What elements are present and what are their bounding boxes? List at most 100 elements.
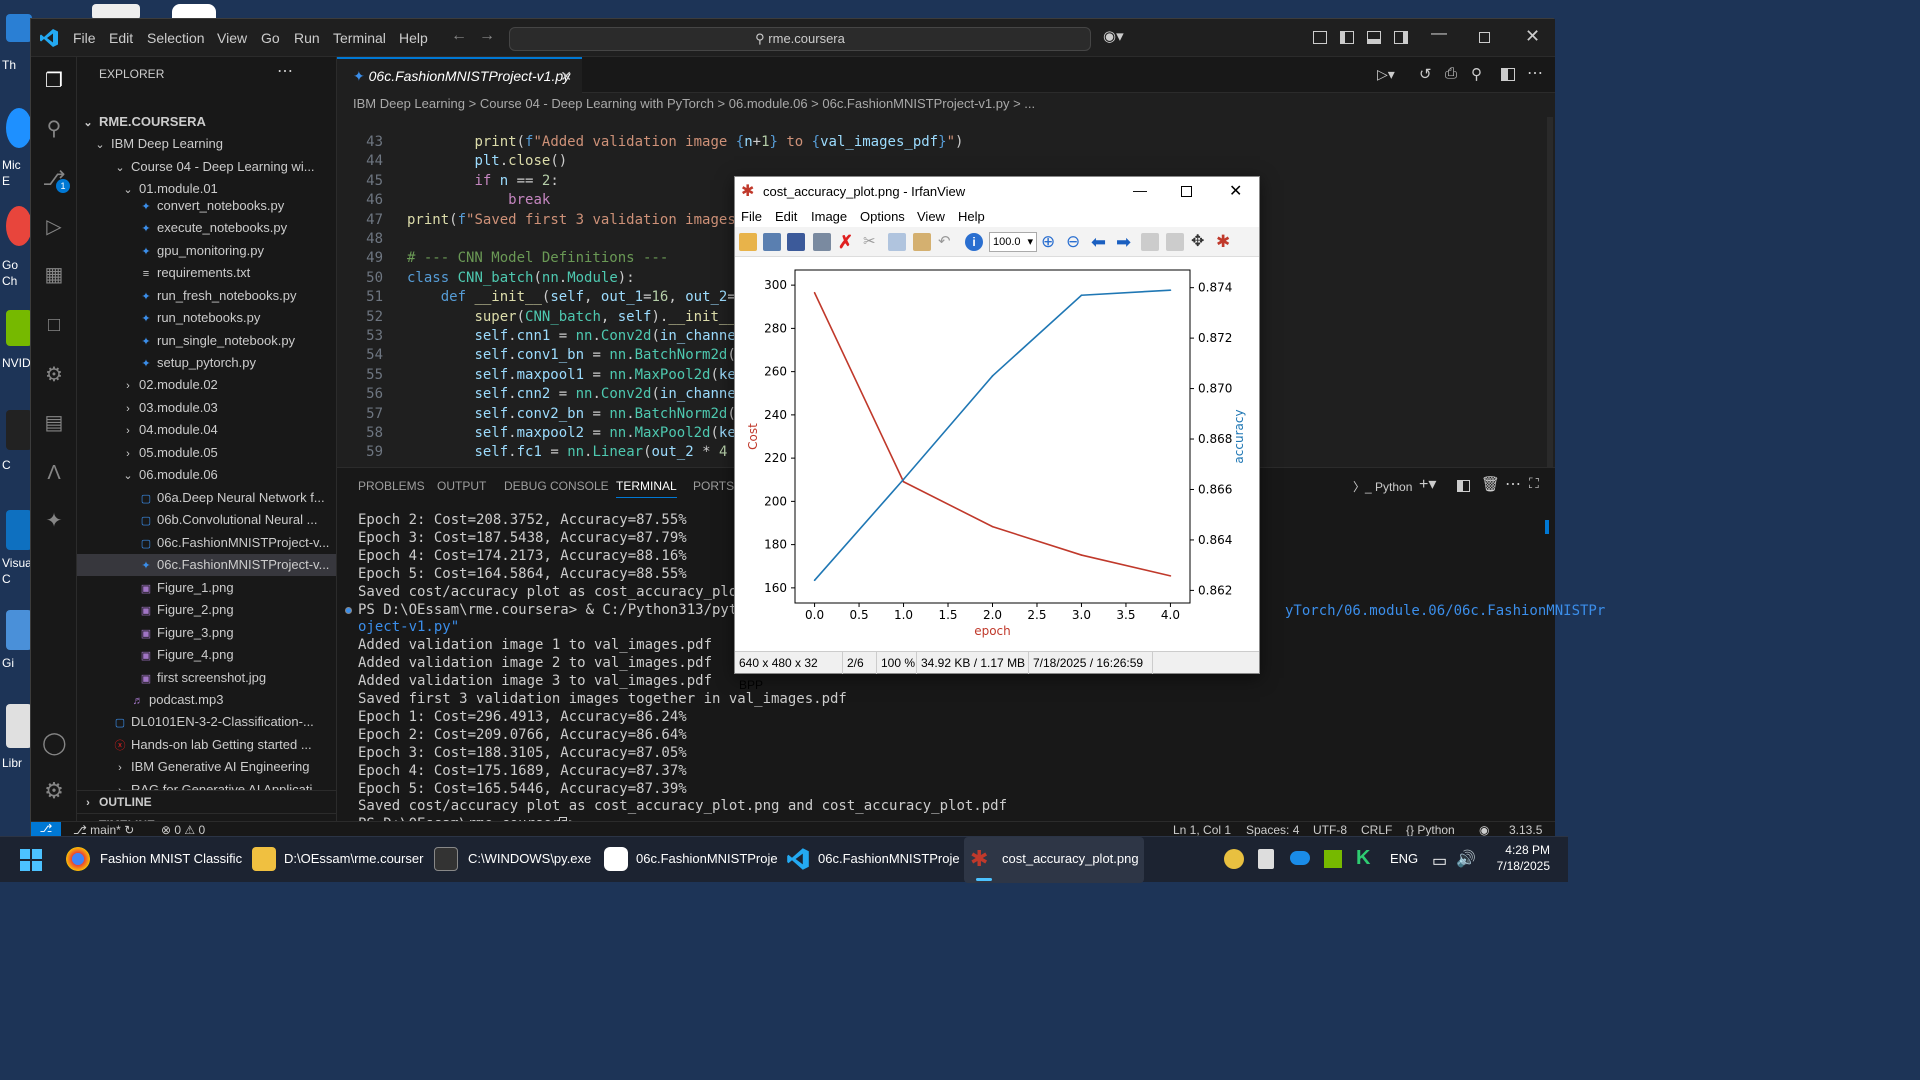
indentation[interactable]: Spaces: 4	[1246, 823, 1299, 837]
nvidia-icon[interactable]	[1324, 850, 1342, 868]
volume-icon[interactable]: 🔊	[1456, 849, 1476, 869]
close-icon[interactable]: ✕	[1525, 26, 1540, 47]
first-page-icon[interactable]	[1141, 233, 1159, 251]
terminal-shell-selector[interactable]: 〉_ Python	[1353, 478, 1412, 495]
tree-file[interactable]: ▣ first screenshot.jpg	[77, 667, 336, 689]
remote-explorer-icon[interactable]: □	[42, 313, 66, 337]
menu-help[interactable]: Help	[399, 30, 428, 46]
next-icon[interactable]: ➡	[1116, 233, 1134, 251]
desktop-app-icon[interactable]	[6, 14, 32, 42]
tree-file[interactable]: ✦ run_single_notebook.py	[77, 330, 336, 352]
encoding[interactable]: UTF-8	[1313, 823, 1347, 837]
python-version[interactable]: 3.13.5	[1509, 823, 1542, 837]
menu-edit[interactable]: Edit	[109, 30, 133, 46]
copy-icon[interactable]	[888, 233, 906, 251]
toggle-sidebar-icon[interactable]	[1340, 31, 1354, 44]
maximize-icon[interactable]	[1479, 32, 1490, 43]
copilot-icon[interactable]: ◉▾	[1103, 27, 1124, 45]
command-decoration-icon[interactable]	[345, 606, 352, 614]
toggle-panel-icon[interactable]	[1367, 31, 1381, 44]
tree-file[interactable]: ✦ execute_notebooks.py	[77, 217, 336, 239]
account-icon[interactable]: ◯	[42, 731, 67, 755]
trash-icon[interactable]: 🗑	[1481, 475, 1500, 493]
source-control-icon[interactable]: ⎇ 1	[42, 167, 70, 193]
panel-tab-terminal[interactable]: TERMINAL	[616, 479, 677, 498]
usb-icon[interactable]	[1258, 849, 1274, 869]
new-terminal-icon[interactable]: +▾	[1419, 474, 1436, 494]
desktop-app-icon[interactable]	[6, 206, 32, 246]
desktop-app-icon[interactable]	[6, 704, 32, 748]
irf-menu-image[interactable]: Image	[811, 209, 847, 224]
menu-selection[interactable]: Selection	[147, 30, 205, 46]
panel-tab-output[interactable]: OUTPUT	[437, 479, 486, 493]
taskbar-explorer[interactable]: D:\OEssam\rme.courser	[248, 837, 423, 883]
irf-menu-edit[interactable]: Edit	[775, 209, 797, 224]
git-branch[interactable]: ⎇ main* ↻	[73, 823, 134, 837]
paste-icon[interactable]	[913, 233, 931, 251]
split-terminal-icon[interactable]	[1457, 480, 1470, 492]
cursor-position[interactable]: Ln 1, Col 1	[1173, 823, 1231, 837]
copilot-status-icon[interactable]: ◉	[1479, 823, 1489, 837]
more-actions-icon[interactable]: ⋯	[1505, 474, 1521, 494]
tree-file[interactable]: ✦ run_fresh_notebooks.py	[77, 285, 336, 307]
tray-app-icon[interactable]	[1224, 849, 1244, 869]
preview-icon[interactable]: ⚲	[1471, 65, 1482, 83]
tree-folder[interactable]: ⌄ IBM Deep Learning	[77, 133, 336, 155]
irf-menu-help[interactable]: Help	[958, 209, 985, 224]
save-icon[interactable]	[787, 233, 805, 251]
language-indicator[interactable]: ENG	[1390, 851, 1418, 866]
open-icon[interactable]	[739, 233, 757, 251]
irf-menu-file[interactable]: File	[741, 209, 762, 224]
tree-file[interactable]: ✦ convert_notebooks.py	[77, 195, 336, 217]
tree-file[interactable]: ▢ DL0101EN-3-2-Classification-...	[77, 711, 336, 733]
zoom-select[interactable]: 100.0 ▾	[989, 232, 1037, 252]
maximize-icon[interactable]	[1181, 186, 1192, 197]
menu-run[interactable]: Run	[294, 30, 320, 46]
network-icon[interactable]: ▭	[1432, 851, 1447, 871]
clock-date[interactable]: 7/18/2025	[1482, 859, 1550, 873]
toggle-secondary-sidebar-icon[interactable]	[1394, 31, 1408, 44]
extensions-icon[interactable]: ▦	[42, 263, 66, 287]
tree-file[interactable]: ▣ Figure_4.png	[77, 644, 336, 666]
tree-file[interactable]: ✦ setup_pytorch.py	[77, 352, 336, 374]
breadcrumb[interactable]: IBM Deep Learning > Course 04 - Deep Lea…	[353, 96, 1035, 111]
last-page-icon[interactable]	[1166, 233, 1184, 251]
explorer-icon[interactable]: ❐	[42, 69, 66, 93]
tree-file[interactable]: ▢ 06b.Convolutional Neural ...	[77, 509, 336, 531]
tab-close-icon[interactable]: ✕	[560, 59, 572, 93]
tree-folder[interactable]: › 04.module.04	[77, 419, 336, 441]
notebook-icon[interactable]: ▤	[42, 411, 66, 435]
tree-folder[interactable]: › 05.module.05	[77, 442, 336, 464]
taskbar-irfanview[interactable]: ✱ cost_accuracy_plot.png	[964, 837, 1144, 883]
cut-icon[interactable]: ✂	[863, 233, 881, 251]
minimize-icon[interactable]: —	[1133, 175, 1147, 205]
tab-active[interactable]: ✦ 06c.FashionMNISTProject-v1.py ✕	[337, 57, 582, 93]
tree-folder[interactable]: › 02.module.02	[77, 374, 336, 396]
minimize-icon[interactable]: —	[1431, 25, 1447, 43]
tree-file[interactable]: ▣ Figure_2.png	[77, 599, 336, 621]
taskbar-chrome[interactable]: Fashion MNIST Classific	[62, 837, 242, 883]
tray-k-icon[interactable]: K	[1356, 847, 1370, 870]
desktop-app-icon[interactable]	[6, 310, 32, 346]
onedrive-icon[interactable]	[1290, 851, 1310, 865]
delete-icon[interactable]: ✗	[838, 233, 856, 251]
run-python-file-icon[interactable]: ▷▾	[1377, 66, 1395, 83]
more-actions-icon[interactable]: ⋯	[1527, 63, 1543, 83]
menu-go[interactable]: Go	[261, 30, 280, 46]
taskbar-vscode[interactable]: 06c.FashionMNISTProje	[782, 837, 960, 883]
desktop-app-icon[interactable]	[6, 410, 32, 450]
info-icon[interactable]: i	[965, 233, 983, 251]
forward-arrow-icon[interactable]: →	[479, 27, 495, 45]
azure-icon[interactable]: Λ	[42, 461, 66, 485]
tree-folder[interactable]: ⌄ Course 04 - Deep Learning wi...	[77, 156, 336, 178]
desktop-app-icon[interactable]	[6, 510, 32, 550]
outline-section[interactable]: › OUTLINE	[77, 790, 336, 812]
start-windows-icon[interactable]	[20, 849, 42, 871]
panel-tab-debug-console[interactable]: DEBUG CONSOLE	[504, 479, 609, 493]
python-icon[interactable]: ✦	[42, 509, 66, 533]
print-icon[interactable]: ⎙	[1445, 65, 1457, 82]
tree-file[interactable]: ≡ requirements.txt	[77, 262, 336, 284]
menu-file[interactable]: File	[73, 30, 96, 46]
tree-folder[interactable]: ⌄ 06.module.06	[77, 464, 336, 486]
workspace-root[interactable]: ⌄ RME.COURSERA	[77, 111, 336, 133]
